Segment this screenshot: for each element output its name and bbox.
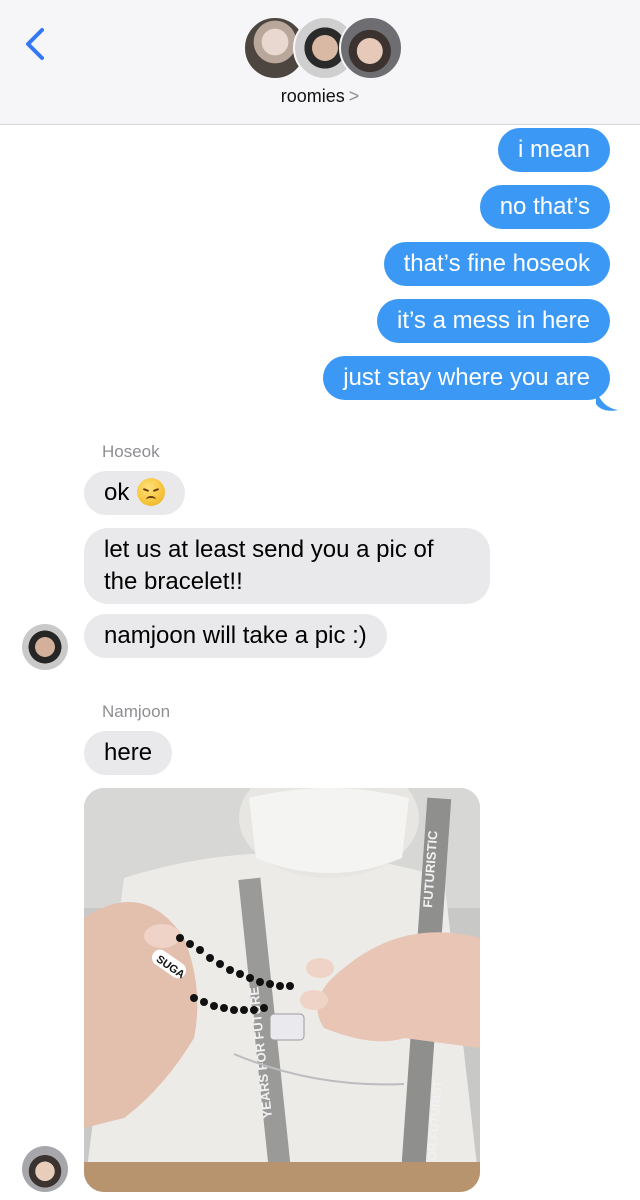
incoming-message[interactable]: ok — [84, 471, 186, 515]
outgoing-message[interactable]: i mean — [497, 128, 610, 172]
group-name: roomies — [280, 86, 345, 106]
group-title[interactable]: roomies > — [0, 86, 640, 107]
avatar[interactable] — [22, 1146, 68, 1192]
outgoing-message[interactable]: no that’s — [479, 185, 610, 229]
sender-name: Namjoon — [102, 702, 171, 721]
chevron-right-icon: > — [348, 86, 360, 106]
avatar[interactable] — [22, 624, 68, 670]
conversation-header: roomies > — [0, 0, 640, 125]
group-avatars[interactable] — [243, 16, 403, 80]
avatar — [339, 16, 403, 80]
incoming-message[interactable]: namjoon will take a pic :) — [84, 614, 387, 658]
outgoing-message[interactable]: just stay where you are — [323, 356, 610, 400]
bracelet-photo: YEARS FOR FUTURE FUTURISTIC RS FOR FUTUR… — [84, 788, 480, 1192]
incoming-message[interactable]: here — [84, 731, 173, 775]
photo-attachment[interactable]: YEARS FOR FUTURE FUTURISTIC RS FOR FUTUR… — [84, 788, 480, 1192]
disappointed-face-icon — [137, 477, 166, 506]
outgoing-message[interactable]: that’s fine hoseok — [383, 242, 610, 286]
chevron-left-icon[interactable] — [22, 26, 52, 62]
message-text: ok — [104, 479, 130, 506]
sender-name: Hoseok — [102, 442, 160, 461]
outgoing-message[interactable]: it’s a mess in here — [377, 299, 610, 343]
incoming-message[interactable]: let us at least send you a pic of the br… — [84, 528, 490, 604]
